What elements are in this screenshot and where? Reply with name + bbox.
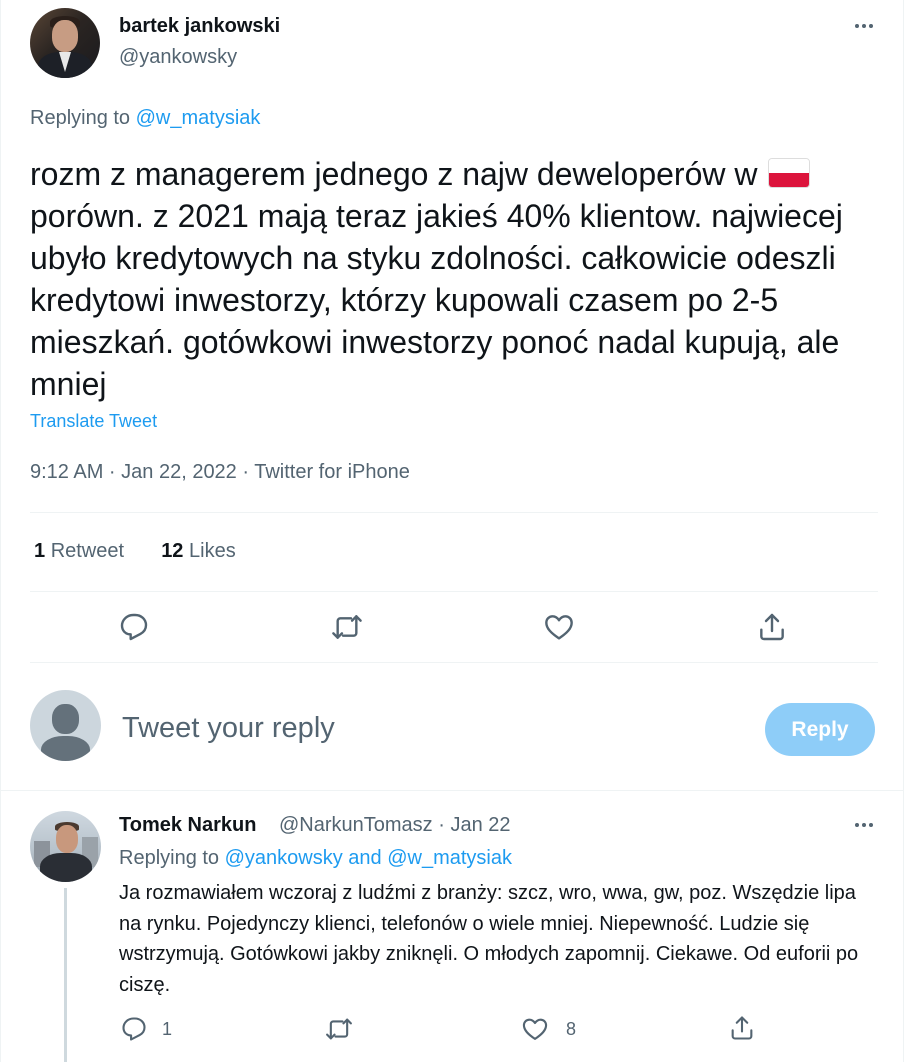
frame-border-right	[903, 0, 904, 1062]
poland-flag-icon	[768, 158, 811, 188]
reply-author-name[interactable]: Tomek Narkun	[119, 814, 256, 837]
share-icon[interactable]	[756, 611, 788, 643]
replying-to-link[interactable]: @w_matysiak	[136, 107, 261, 129]
reply-input[interactable]: Tweet your reply	[122, 712, 335, 745]
like-icon[interactable]	[521, 1015, 549, 1043]
engagement-stats: 1 Retweet 12 Likes	[34, 540, 236, 563]
reply-text: Ja rozmawiałem wczoraj z ludźmi z branży…	[119, 882, 859, 996]
share-icon[interactable]	[728, 1014, 756, 1042]
section-separator	[0, 790, 904, 791]
likes-stat[interactable]: 12 Likes	[161, 540, 236, 562]
current-user-avatar	[30, 690, 101, 761]
reply-icon[interactable]	[118, 611, 150, 643]
retweet-icon[interactable]	[331, 611, 363, 643]
retweets-stat[interactable]: 1 Retweet	[34, 540, 124, 562]
divider	[30, 512, 878, 513]
retweet-icon[interactable]	[325, 1015, 353, 1043]
replying-label: Replying to	[30, 107, 131, 129]
tweet-text-body: porówn. z 2021 mają teraz jakieś 40% kli…	[30, 198, 843, 402]
author-avatar[interactable]	[30, 8, 100, 78]
author-name[interactable]: bartek jankowski	[119, 15, 280, 38]
more-options-icon[interactable]	[849, 16, 879, 36]
author-handle[interactable]: @yankowsky	[119, 46, 237, 69]
like-count: 8	[566, 1019, 577, 1039]
tweet-text: rozm z managerem jednego z najw dewelope…	[30, 153, 870, 405]
reply-button[interactable]: Reply	[765, 703, 875, 756]
thread-line	[64, 888, 67, 1062]
reply-icon[interactable]	[120, 1015, 148, 1043]
more-options-icon[interactable]	[849, 815, 879, 835]
like-icon[interactable]	[543, 611, 575, 643]
tweet-text-line: rozm z managerem jednego z najw dewelope…	[30, 156, 758, 192]
reply-count: 1	[162, 1019, 173, 1039]
reply-author-avatar[interactable]	[30, 811, 101, 882]
divider	[30, 662, 878, 663]
tweet-timestamp[interactable]: 9:12 AM · Jan 22, 2022 · Twitter for iPh…	[30, 461, 410, 484]
replying-to: Replying to @w_matysiak	[30, 107, 260, 130]
divider	[30, 591, 878, 592]
translate-tweet-link[interactable]: Translate Tweet	[30, 411, 157, 432]
replying-to-link[interactable]: @yankowsky and @w_matysiak	[225, 847, 512, 869]
frame-border-left	[0, 0, 1, 1062]
reply-replying-to: Replying to @yankowsky and @w_matysiak	[119, 847, 512, 870]
reply-author-handle-date[interactable]: @NarkunTomasz · Jan 22	[279, 814, 511, 837]
replying-label: Replying to	[119, 847, 220, 869]
